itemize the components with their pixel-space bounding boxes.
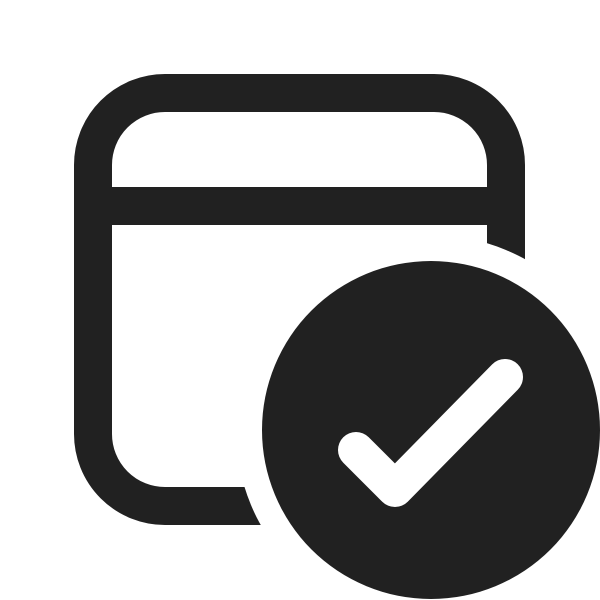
calendar-checkmark-icon <box>74 74 600 599</box>
checkmark-circle-icon <box>262 261 600 599</box>
calendar-header-bar <box>93 187 506 225</box>
calendar-checkmark-icon-canvas <box>0 0 600 600</box>
